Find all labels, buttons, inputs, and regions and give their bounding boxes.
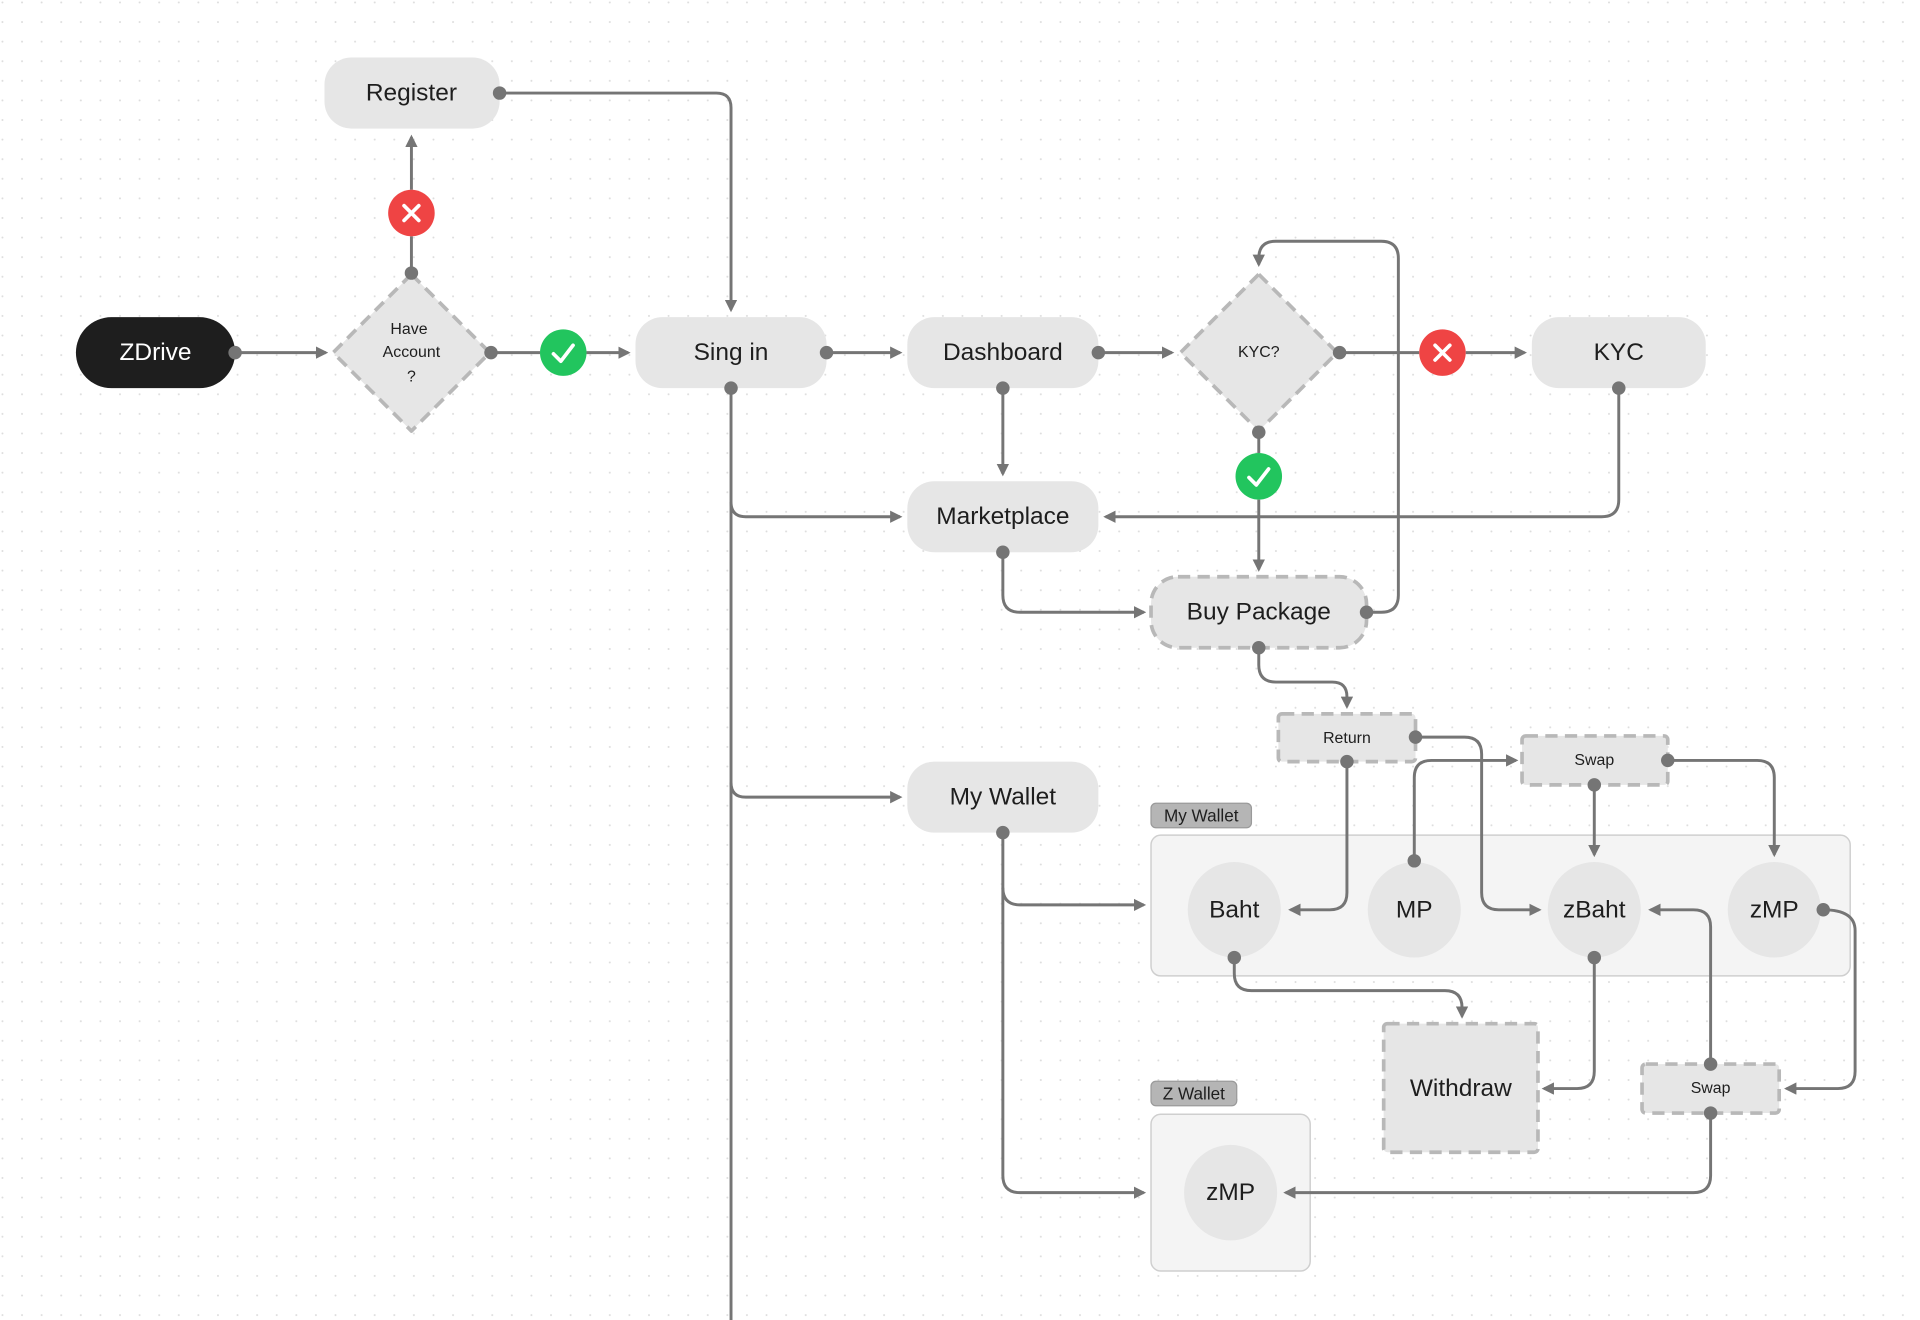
wallet-zbaht[interactable]: zBaht [1547, 862, 1641, 958]
z-wallet-zmp[interactable]: zMP [1184, 1144, 1278, 1241]
node-buy-package-label: Buy Package [1187, 599, 1331, 626]
node-marketplace-label: Marketplace [936, 503, 1069, 530]
node-zdrive[interactable]: ZDrive [75, 317, 236, 389]
node-return-label: Return [1323, 730, 1371, 747]
wallet-zmp-label: zMP [1750, 896, 1799, 923]
node-return[interactable]: Return [1276, 712, 1418, 764]
wallet-zbaht-label: zBaht [1563, 896, 1626, 923]
node-swap-top[interactable]: Swap [1520, 734, 1670, 787]
check-circle-icon [1235, 453, 1283, 500]
node-withdraw-label: Withdraw [1410, 1075, 1512, 1102]
node-kyc-decision-label: KYC? [1238, 344, 1280, 361]
wallet-mp-label: MP [1396, 896, 1433, 923]
have-account-line-2: Account [383, 344, 441, 361]
flow-diagram: My Wallet Z Wallet ZDrive Have Account ?… [0, 0, 1920, 1320]
node-kyc-label: KYC [1594, 339, 1644, 366]
canvas-background [0, 0, 1920, 1320]
have-account-line-3: ? [407, 369, 416, 386]
my-wallet-tag-label: My Wallet [1164, 806, 1239, 826]
node-buy-package[interactable]: Buy Package [1149, 574, 1369, 650]
wallet-baht-label: Baht [1209, 896, 1260, 923]
z-wallet-zmp-label: zMP [1206, 1179, 1255, 1206]
node-my-wallet[interactable]: My Wallet [907, 761, 1099, 833]
wallet-baht[interactable]: Baht [1187, 862, 1281, 958]
x-circle-icon [1419, 329, 1466, 376]
node-zdrive-label: ZDrive [119, 339, 191, 366]
node-swap-bottom[interactable]: Swap [1640, 1062, 1782, 1115]
wallet-mp[interactable]: MP [1367, 862, 1461, 958]
x-circle-icon [388, 189, 435, 237]
node-sign-in[interactable]: Sing in [635, 317, 827, 389]
node-register-label: Register [366, 80, 457, 107]
node-sign-in-label: Sing in [694, 339, 769, 366]
have-account-line-1: Have [390, 321, 427, 338]
node-dashboard-label: Dashboard [943, 339, 1063, 366]
check-circle-icon [540, 329, 587, 376]
node-withdraw[interactable]: Withdraw [1381, 1021, 1540, 1155]
node-swap-top-label: Swap [1574, 752, 1614, 769]
node-register[interactable]: Register [324, 57, 500, 129]
z-wallet-tag-label: Z Wallet [1163, 1083, 1225, 1103]
node-marketplace[interactable]: Marketplace [907, 481, 1099, 553]
wallet-zmp[interactable]: zMP [1727, 862, 1821, 958]
node-swap-bottom-label: Swap [1691, 1080, 1731, 1097]
node-dashboard[interactable]: Dashboard [907, 317, 1099, 389]
node-my-wallet-label: My Wallet [950, 784, 1057, 811]
node-kyc[interactable]: KYC [1531, 317, 1706, 389]
